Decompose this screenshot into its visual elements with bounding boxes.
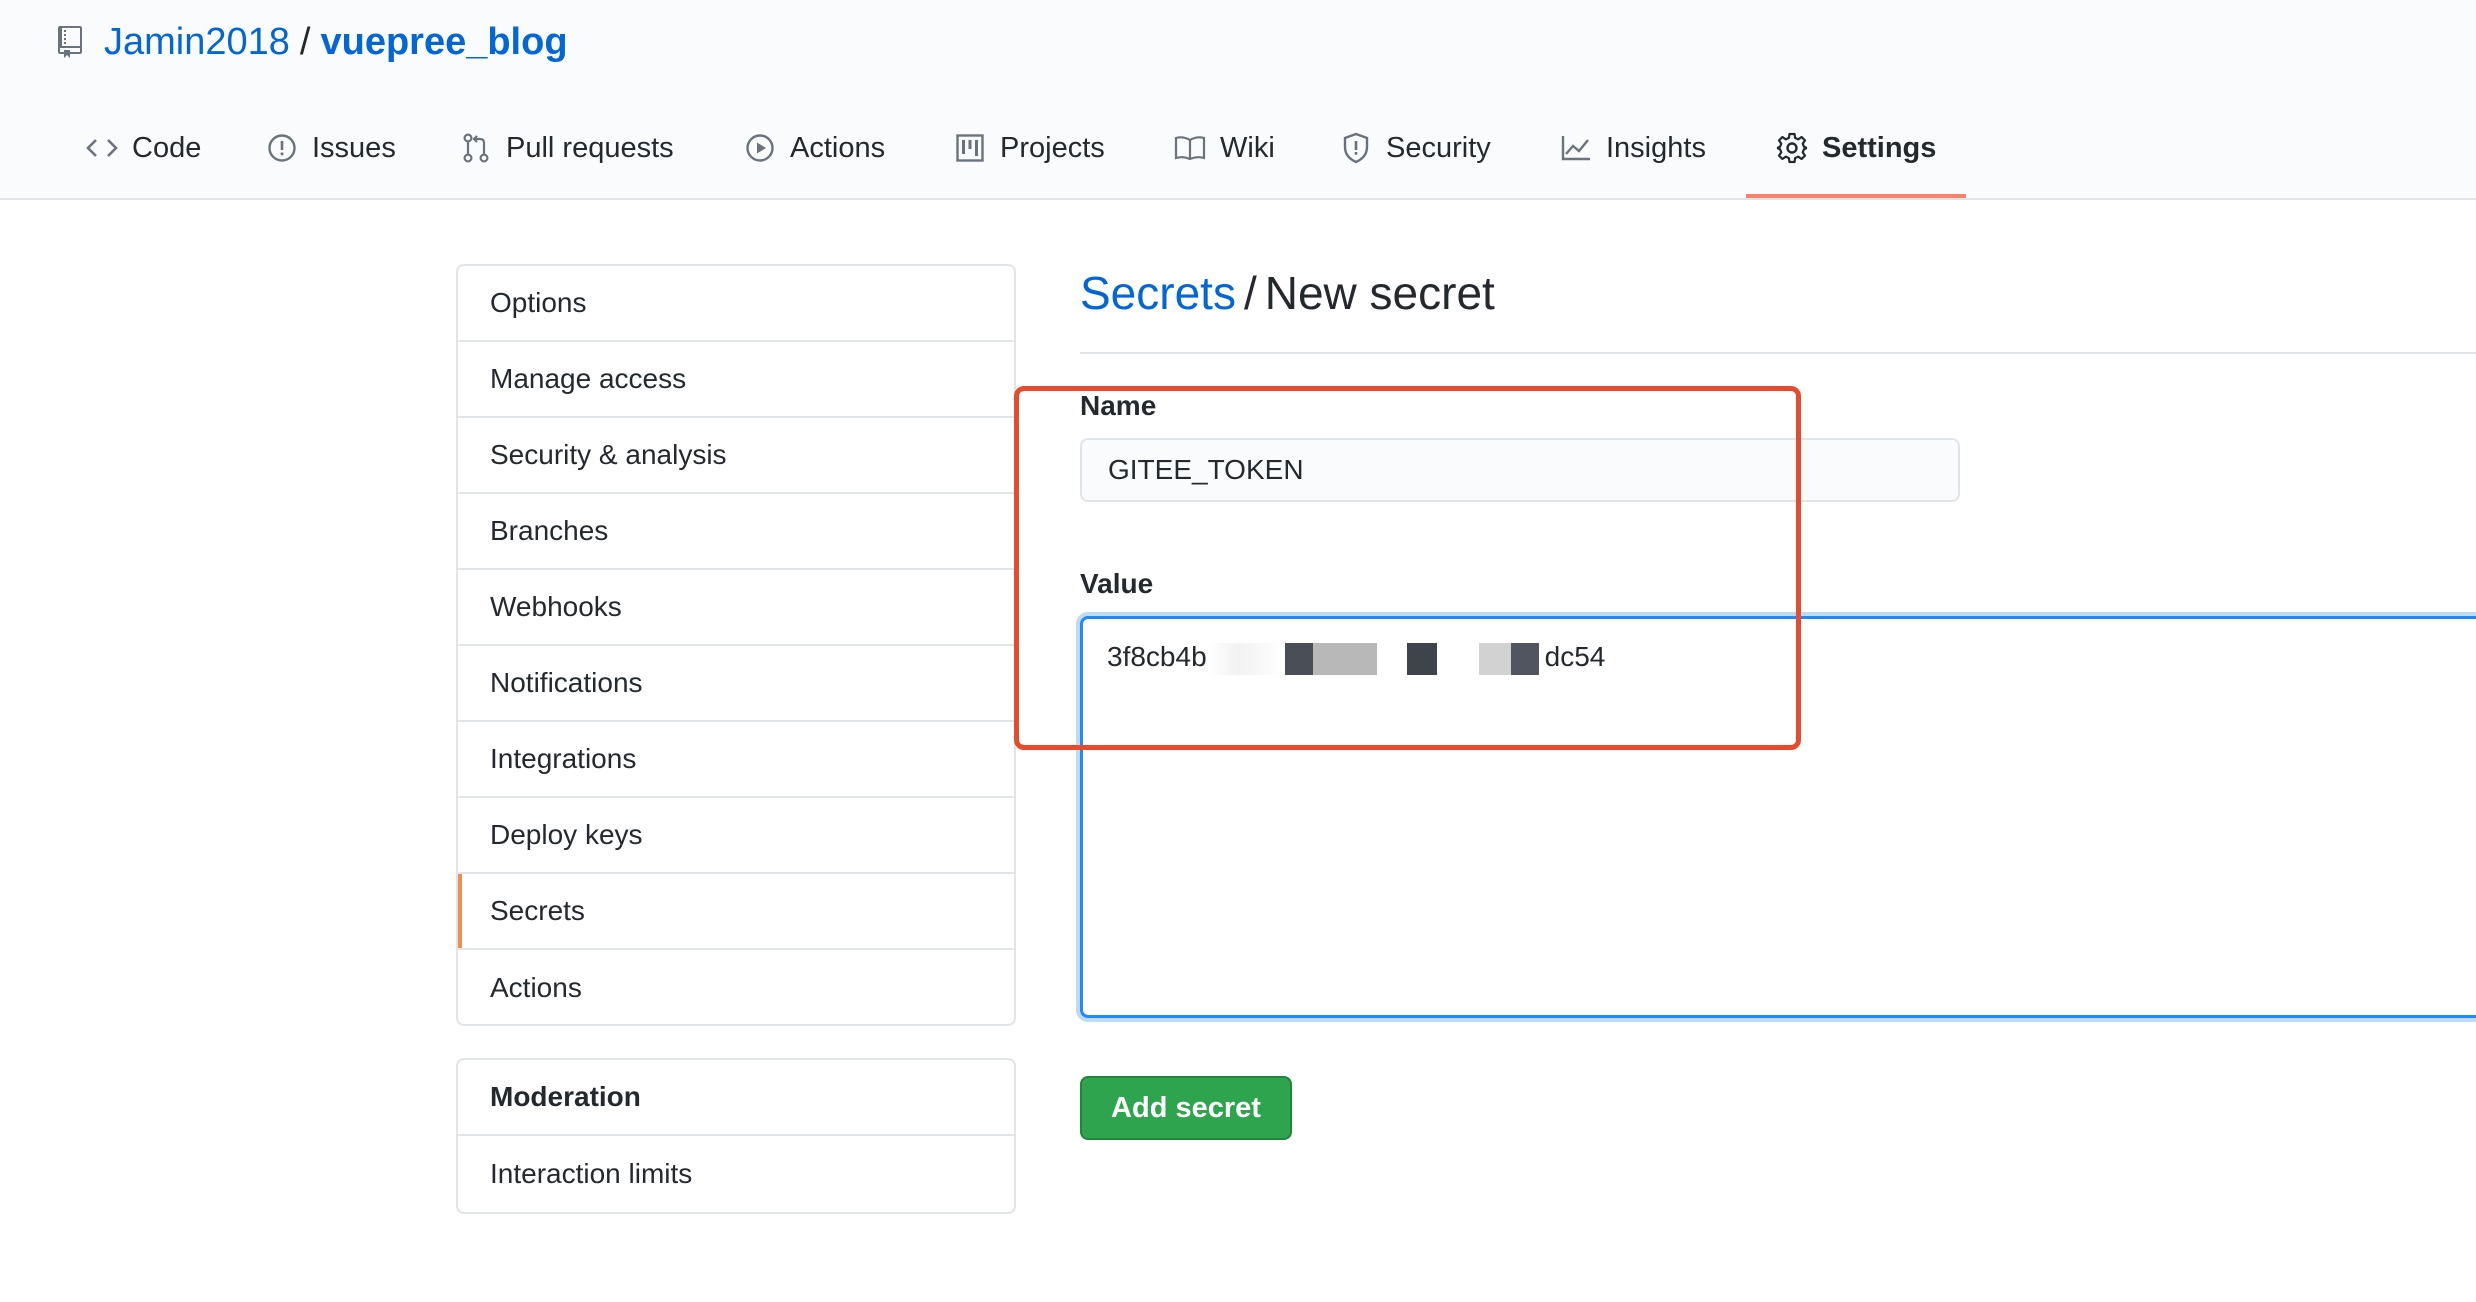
graph-icon xyxy=(1560,132,1592,164)
sidebar-item-label: Actions xyxy=(490,972,582,1003)
sidebar-item-label: Notifications xyxy=(490,667,643,698)
play-icon xyxy=(744,132,776,164)
sidebar-item-label: Options xyxy=(490,287,587,318)
repo-icon xyxy=(58,22,88,62)
sidebar-item-branches[interactable]: Branches xyxy=(458,494,1014,570)
gear-icon xyxy=(1776,132,1808,164)
tab-settings[interactable]: Settings xyxy=(1776,118,1936,200)
secret-name-value: GITEE_TOKEN xyxy=(1108,454,1304,485)
sidebar-item-manage-access[interactable]: Manage access xyxy=(458,342,1014,418)
sidebar-item-interaction-limits[interactable]: Interaction limits xyxy=(458,1136,1014,1212)
sidebar-item-label: Interaction limits xyxy=(490,1158,693,1189)
sidebar-item-label: Manage access xyxy=(490,363,687,394)
tab-projects[interactable]: Projects xyxy=(954,118,1105,200)
repo-nav-tabs: Code Issues Pull requests Actions Projec… xyxy=(0,118,2476,200)
sidebar-item-actions[interactable]: Actions xyxy=(458,950,1014,1024)
tab-label: Security xyxy=(1386,132,1491,164)
redaction-mark xyxy=(1510,642,1539,675)
tab-label: Pull requests xyxy=(506,132,674,164)
repo-header: Jamin2018 / vuepree_blog Code Issues Pul… xyxy=(0,0,2476,200)
secret-value-textarea[interactable]: 3f8cb4b dc54 xyxy=(1080,616,2476,1018)
settings-sidebar-menu: Options Manage access Security & analysi… xyxy=(456,264,1016,1026)
repo-owner-link[interactable]: Jamin2018 xyxy=(104,21,290,64)
tab-label: Settings xyxy=(1822,132,1937,164)
sidebar-item-label: Security & analysis xyxy=(490,439,727,470)
breadcrumb-separator: / xyxy=(1243,267,1257,319)
selected-tab-indicator xyxy=(1746,194,1966,198)
secret-value-suffix: dc54 xyxy=(1544,641,1606,672)
sidebar-item-label: Deploy keys xyxy=(490,819,643,850)
tab-issues[interactable]: Issues xyxy=(266,118,396,200)
tab-label: Issues xyxy=(312,132,396,164)
add-secret-button[interactable]: Add secret xyxy=(1080,1076,1292,1140)
shield-icon xyxy=(1340,132,1372,164)
repo-separator: / xyxy=(299,20,311,63)
tab-actions[interactable]: Actions xyxy=(744,118,885,200)
sidebar-item-integrations[interactable]: Integrations xyxy=(458,722,1014,798)
secret-value-prefix: 3f8cb4b xyxy=(1107,641,1207,672)
sidebar-item-security-analysis[interactable]: Security & analysis xyxy=(458,418,1014,494)
redaction-mark xyxy=(1406,642,1437,675)
repo-name-link[interactable]: vuepree_blog xyxy=(320,21,567,64)
tab-pull-requests[interactable]: Pull requests xyxy=(460,118,674,200)
redaction-mark xyxy=(1284,642,1313,675)
name-label: Name xyxy=(1080,390,1157,421)
sidebar-item-webhooks[interactable]: Webhooks xyxy=(458,570,1014,646)
tab-label: Actions xyxy=(790,132,886,164)
tab-label: Code xyxy=(132,132,202,164)
sidebar-item-label: Webhooks xyxy=(490,591,622,622)
tab-security[interactable]: Security xyxy=(1340,118,1491,200)
sidebar-item-label: Integrations xyxy=(490,743,637,774)
sidebar-item-secrets[interactable]: Secrets xyxy=(458,874,1014,950)
redaction-mark xyxy=(1436,642,1479,675)
redaction-mark xyxy=(1312,642,1377,675)
sidebar-item-deploy-keys[interactable]: Deploy keys xyxy=(458,798,1014,874)
page-title: Secrets / New secret xyxy=(1080,266,2476,354)
sidebar-item-options[interactable]: Options xyxy=(458,266,1014,342)
moderation-menu: Moderation Interaction limits xyxy=(456,1058,1016,1214)
tab-label: Wiki xyxy=(1220,132,1275,164)
repo-title: Jamin2018 / vuepree_blog xyxy=(58,14,568,70)
tab-label: Projects xyxy=(1000,132,1105,164)
tab-insights[interactable]: Insights xyxy=(1560,118,1706,200)
tab-code[interactable]: Code xyxy=(86,118,201,200)
moderation-heading: Moderation xyxy=(458,1060,1014,1136)
issue-opened-icon xyxy=(266,132,298,164)
book-icon xyxy=(1174,132,1206,164)
redaction-mark xyxy=(1478,642,1511,675)
git-pull-request-icon xyxy=(460,132,492,164)
redaction-mark xyxy=(1206,642,1285,675)
redaction-mark xyxy=(1376,642,1407,675)
secret-name-input[interactable]: GITEE_TOKEN xyxy=(1080,438,1960,502)
code-icon xyxy=(86,132,118,164)
project-icon xyxy=(954,132,986,164)
sidebar-item-label: Branches xyxy=(490,515,609,546)
sidebar-item-label: Secrets xyxy=(490,895,585,926)
secret-value-text: 3f8cb4b dc54 xyxy=(1107,641,1605,675)
tab-label: Insights xyxy=(1606,132,1706,164)
tab-wiki[interactable]: Wiki xyxy=(1174,118,1275,200)
value-label: Value xyxy=(1080,568,1154,599)
sidebar-item-notifications[interactable]: Notifications xyxy=(458,646,1014,722)
breadcrumb-secrets-link[interactable]: Secrets xyxy=(1080,267,1236,319)
page-title-text: New secret xyxy=(1264,267,1495,319)
